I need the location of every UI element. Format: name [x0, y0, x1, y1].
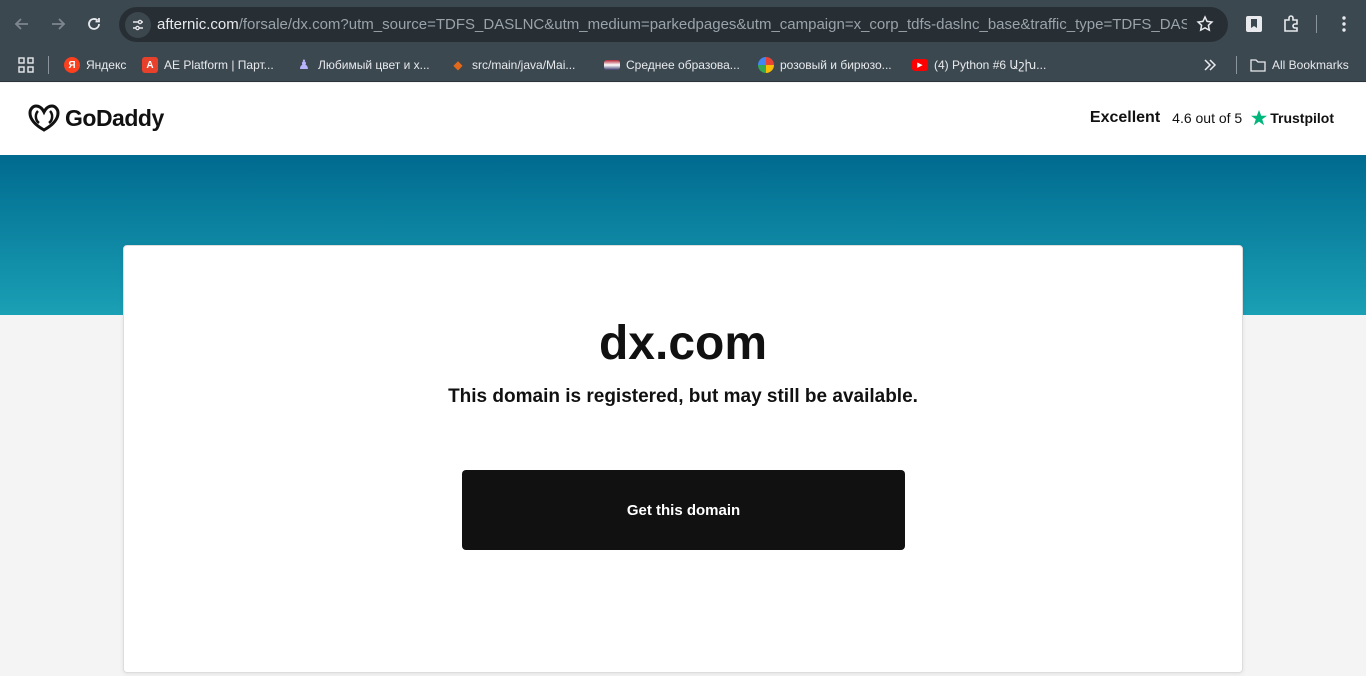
- browser-toolbar: afternic.com/forsale/dx.com?utm_source=T…: [0, 0, 1366, 48]
- trustpilot-rating[interactable]: Excellent 4.6 out of 5 Trustpilot: [1090, 109, 1334, 127]
- bookmarks-divider: [1236, 56, 1237, 74]
- youtube-icon: ▶: [912, 59, 928, 71]
- google-icon: [758, 57, 774, 73]
- bookmark-label: Среднее образова...: [626, 58, 740, 72]
- menu-kebab-icon[interactable]: [1330, 10, 1358, 38]
- bookmarks-divider: [48, 56, 49, 74]
- trustpilot-excellent: Excellent: [1089, 109, 1161, 126]
- bookmark-label: src/main/java/Mai...: [472, 58, 576, 72]
- bookmark-google[interactable]: розовый и бирюзо...: [758, 55, 892, 75]
- domain-name: dx.com: [598, 317, 768, 370]
- bookmark-education[interactable]: Среднее образова...: [604, 55, 740, 75]
- domain-card: dx.com This domain is registered, but ma…: [123, 245, 1243, 673]
- more-bookmarks-chevron-icon[interactable]: [1196, 51, 1224, 79]
- folder-icon: [1250, 57, 1266, 73]
- trustpilot-score: 4.6 out of 5: [1172, 110, 1243, 126]
- reload-icon[interactable]: [80, 10, 108, 38]
- all-bookmarks-label: All Bookmarks: [1272, 58, 1349, 72]
- url-host: afternic.com: [157, 16, 239, 33]
- get-domain-button[interactable]: Get this domain: [462, 470, 905, 550]
- godaddy-logo[interactable]: GoDaddy: [27, 103, 164, 133]
- gitlab-icon: ◆: [453, 58, 463, 72]
- flag-icon: [604, 60, 620, 70]
- bookmark-star-icon[interactable]: [1196, 15, 1214, 38]
- yandex-icon: Я: [64, 57, 80, 73]
- extensions-puzzle-icon[interactable]: [1277, 10, 1305, 38]
- person-icon: ♟: [298, 57, 310, 72]
- toolbar-divider: [1316, 15, 1317, 33]
- bookmark-ae-platform[interactable]: A AE Platform | Парт...: [142, 55, 274, 75]
- godaddy-logo-icon: [28, 104, 60, 132]
- bookmark-gitlab[interactable]: ◆ src/main/java/Mai...: [450, 55, 575, 75]
- trustpilot-star-icon: [1251, 110, 1268, 126]
- bookmark-yandex[interactable]: Я Яндекс: [64, 55, 126, 75]
- address-bar[interactable]: afternic.com/forsale/dx.com?utm_source=T…: [119, 7, 1228, 42]
- bookmark-label: (4) Python #6 Աշխ...: [934, 58, 1047, 72]
- url-path: /forsale/dx.com?utm_source=TDFS_DASLNC&u…: [238, 16, 1187, 33]
- all-bookmarks-button[interactable]: All Bookmarks: [1250, 55, 1349, 75]
- ae-platform-icon: A: [142, 57, 158, 73]
- bookmark-label: Любимый цвет и х...: [318, 58, 430, 72]
- apps-grid-icon[interactable]: [12, 51, 40, 79]
- domain-status-text: This domain is registered, but may still…: [448, 386, 918, 407]
- back-arrow-icon[interactable]: [8, 10, 36, 38]
- extension-bookmark-icon[interactable]: [1240, 10, 1268, 38]
- bookmarks-bar: Я Яндекс A AE Platform | Парт... ♟ Любим…: [0, 48, 1366, 82]
- logo-text: GoDaddy: [65, 104, 164, 131]
- bookmark-label: Яндекс: [86, 58, 127, 72]
- url-text[interactable]: afternic.com/forsale/dx.com?utm_source=T…: [157, 16, 1187, 33]
- bookmark-favorite-color[interactable]: ♟ Любимый цвет и х...: [296, 55, 430, 75]
- site-settings-icon[interactable]: [125, 12, 151, 38]
- forward-arrow-icon[interactable]: [44, 10, 72, 38]
- bookmark-label: AE Platform | Парт...: [164, 58, 274, 72]
- site-header: GoDaddy Excellent 4.6 out of 5 Trustpilo…: [0, 83, 1366, 155]
- trustpilot-brand: Trustpilot: [1270, 110, 1334, 126]
- bookmark-youtube[interactable]: ▶ (4) Python #6 Աշխ...: [912, 55, 1046, 75]
- bookmark-label: розовый и бирюзо...: [780, 58, 892, 72]
